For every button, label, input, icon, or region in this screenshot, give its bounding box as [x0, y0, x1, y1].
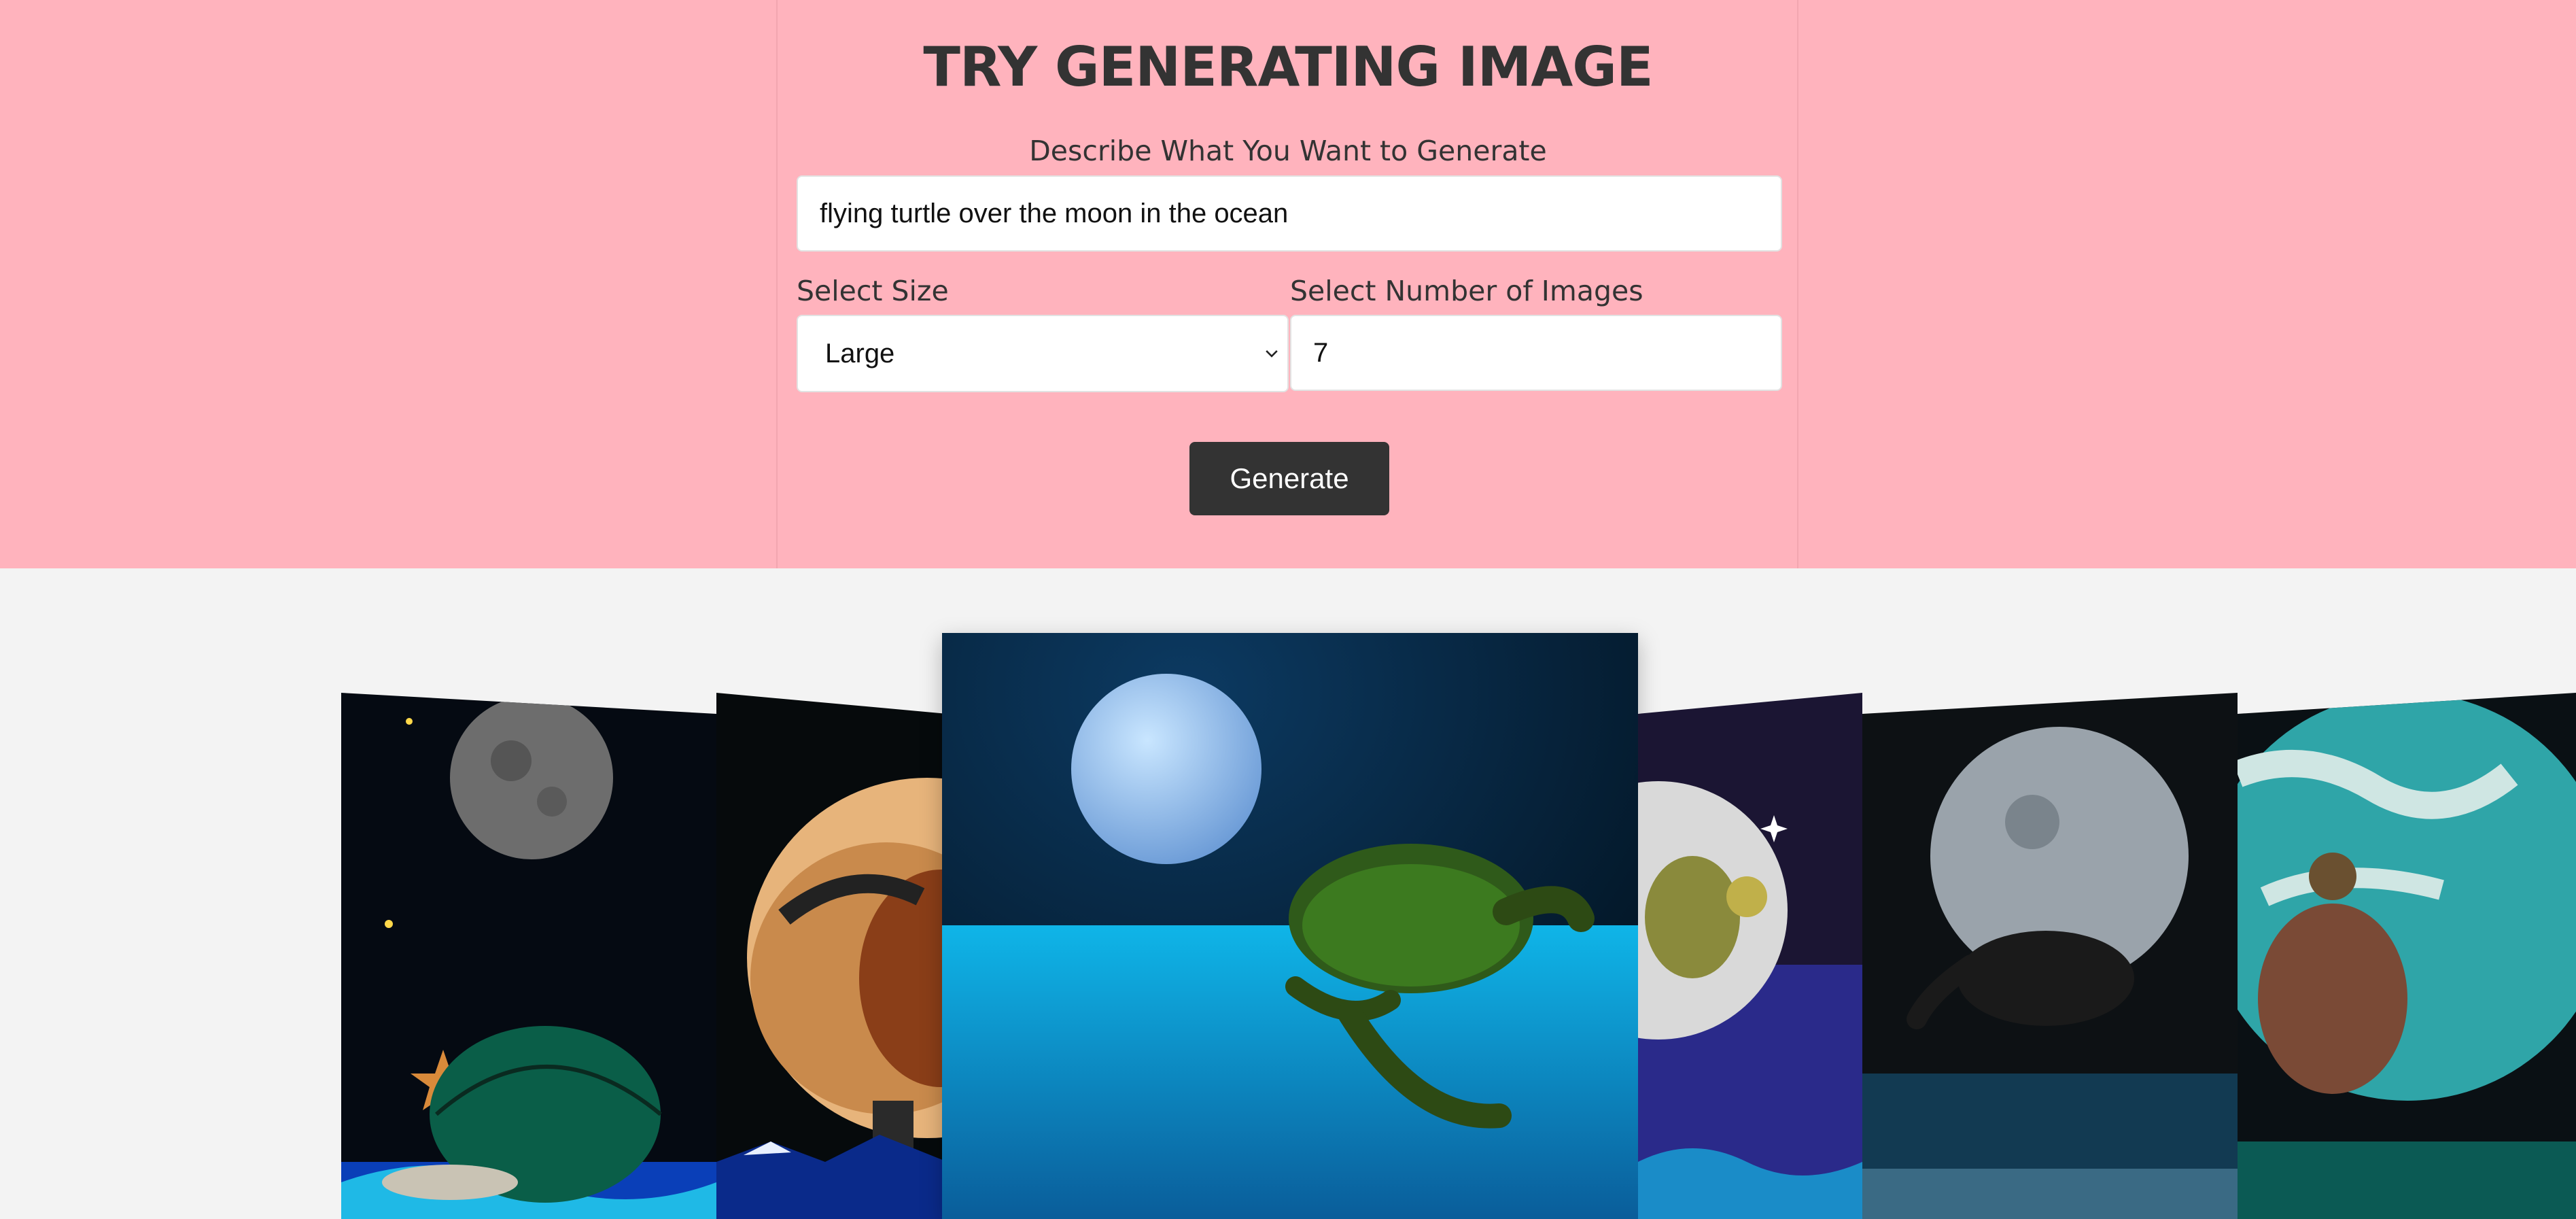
count-label: Select Number of Images	[1290, 275, 1643, 307]
generated-image-4[interactable]	[1638, 693, 1862, 1219]
image-gallery	[0, 568, 2576, 1219]
count-input[interactable]: 7	[1290, 315, 1782, 391]
prompt-input[interactable]: flying turtle over the moon in the ocean	[797, 175, 1782, 252]
generated-image-5[interactable]	[1862, 693, 2238, 1219]
generated-image-6[interactable]	[2238, 693, 2576, 1219]
size-select[interactable]: Large	[797, 315, 1289, 392]
prompt-value: flying turtle over the moon in the ocean	[820, 198, 1289, 228]
generator-panel: TRY GENERATING IMAGE Describe What You W…	[0, 0, 2576, 568]
count-value: 7	[1313, 337, 1329, 368]
generated-image-1[interactable]	[341, 693, 716, 1219]
chevron-down-icon	[1266, 350, 1278, 358]
prompt-label: Describe What You Want to Generate	[1029, 135, 1547, 167]
generated-image-2[interactable]	[716, 693, 947, 1219]
page-title: TRY GENERATING IMAGE	[923, 35, 1653, 99]
size-value: Large	[825, 338, 895, 368]
size-label: Select Size	[797, 275, 949, 307]
generate-button[interactable]: Generate	[1189, 442, 1389, 515]
generated-image-3[interactable]	[942, 633, 1638, 1219]
